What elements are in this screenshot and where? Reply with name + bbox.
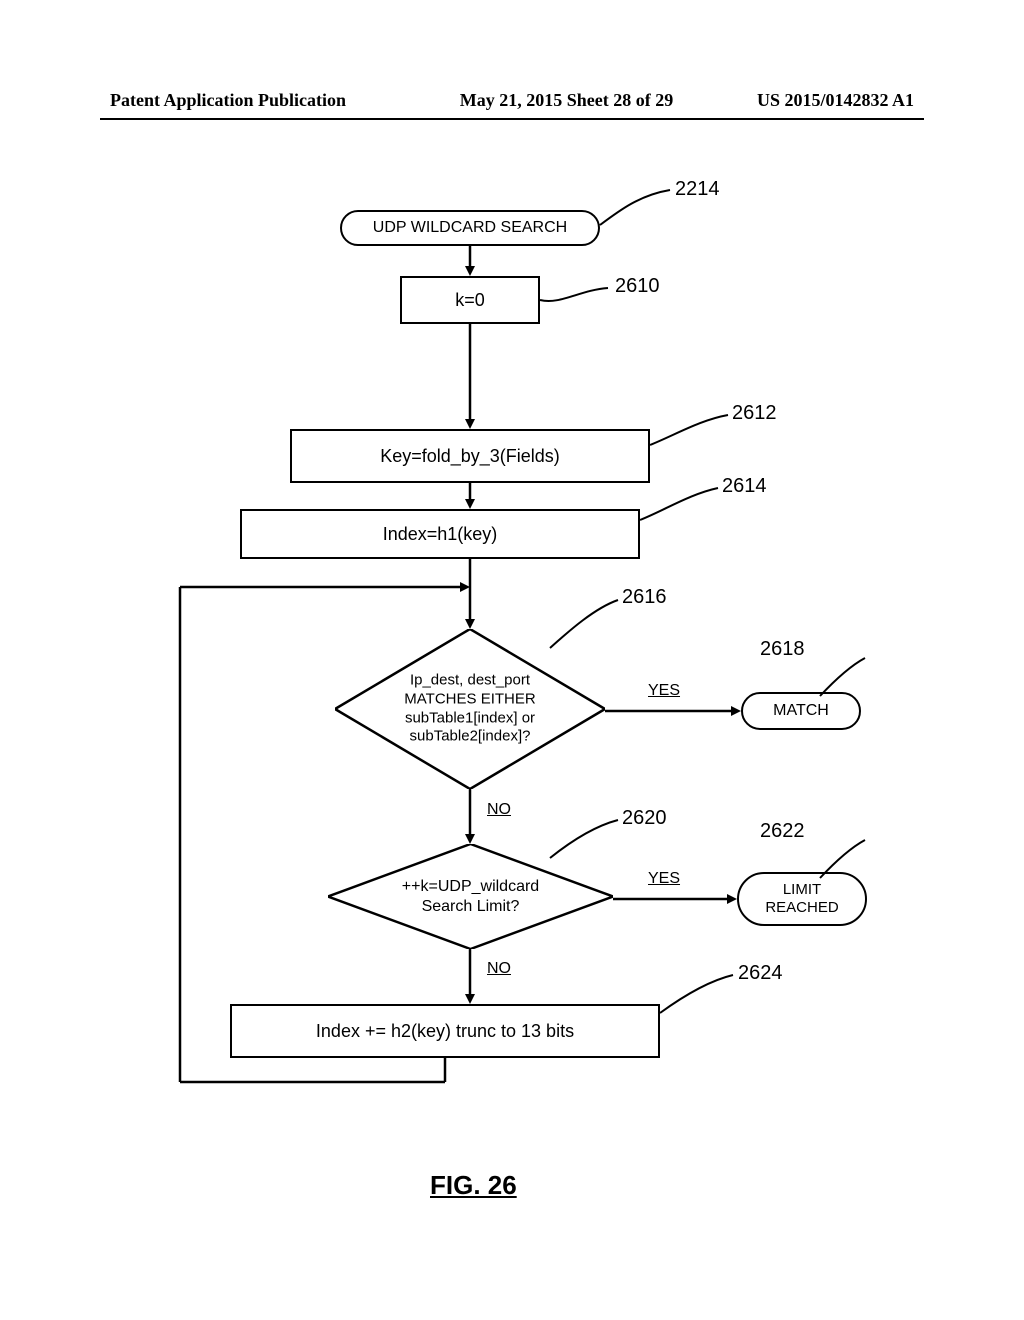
arrow-loopback-path bbox=[175, 587, 235, 1107]
header-publication: Patent Application Publication bbox=[110, 90, 346, 111]
header-rule bbox=[100, 118, 924, 120]
leader-2610 bbox=[540, 290, 610, 310]
leader-2214 bbox=[600, 190, 680, 230]
figure-title: FIG. 26 bbox=[430, 1170, 517, 1201]
arrow-start-init bbox=[465, 246, 485, 276]
ref-2620: 2620 bbox=[622, 807, 667, 830]
header-patent-number: US 2015/0142832 A1 bbox=[757, 90, 914, 111]
rehash-box: Index += h2(key) trunc to 13 bits bbox=[230, 1004, 660, 1058]
yes2-label: YES bbox=[648, 870, 680, 888]
index-box: Index=h1(key) bbox=[240, 509, 640, 559]
leader-2624 bbox=[660, 975, 735, 1015]
arrow-init-fold bbox=[465, 324, 485, 429]
fold-box: Key=fold_by_3(Fields) bbox=[290, 429, 650, 483]
start-label: UDP WILDCARD SEARCH bbox=[373, 219, 567, 237]
leader-2622 bbox=[820, 840, 870, 880]
arrow-fold-index bbox=[465, 483, 485, 509]
arrow-d1-match bbox=[605, 704, 745, 718]
leader-2616 bbox=[550, 600, 620, 650]
init-label: k=0 bbox=[455, 290, 485, 311]
no2-label: NO bbox=[487, 960, 511, 978]
ref-2614: 2614 bbox=[722, 475, 767, 498]
leader-2614 bbox=[640, 488, 720, 523]
arrow-d1-d2 bbox=[465, 789, 485, 844]
leader-2612 bbox=[650, 415, 730, 445]
arrow-rehash-exit bbox=[225, 1058, 445, 1088]
flowchart: UDP WILDCARD SEARCH 2214 k=0 2610 Key=fo… bbox=[60, 180, 960, 1230]
ref-2616: 2616 bbox=[622, 586, 667, 609]
match-label: MATCH bbox=[773, 702, 829, 720]
header-sheet: May 21, 2015 Sheet 28 of 29 bbox=[346, 90, 757, 111]
rehash-label: Index += h2(key) trunc to 13 bits bbox=[316, 1021, 574, 1042]
limit-label: LIMIT REACHED bbox=[765, 881, 838, 917]
arrow-merge-d1 bbox=[465, 587, 485, 629]
arrow-d2-rehash bbox=[465, 949, 485, 1004]
start-terminator: UDP WILDCARD SEARCH bbox=[340, 210, 600, 246]
arrow-d2-limit bbox=[613, 892, 741, 906]
decision2-label: ++k=UDP_wildcard Search Limit? bbox=[328, 877, 613, 917]
init-box: k=0 bbox=[400, 276, 540, 324]
ref-2612: 2612 bbox=[732, 402, 777, 425]
leader-2618 bbox=[820, 658, 870, 698]
fold-label: Key=fold_by_3(Fields) bbox=[380, 446, 560, 467]
ref-2624: 2624 bbox=[738, 962, 783, 985]
decision-matches: Ip_dest, dest_port MATCHES EITHER subTab… bbox=[335, 629, 605, 789]
leader-2620 bbox=[550, 820, 620, 860]
ref-2622: 2622 bbox=[760, 820, 805, 843]
limit-terminator: LIMIT REACHED bbox=[737, 872, 867, 926]
ref-2610: 2610 bbox=[615, 275, 660, 298]
yes1-label: YES bbox=[648, 682, 680, 700]
header-row: Patent Application Publication May 21, 2… bbox=[110, 90, 914, 111]
decision1-label: Ip_dest, dest_port MATCHES EITHER subTab… bbox=[335, 672, 605, 747]
ref-2214: 2214 bbox=[675, 178, 720, 201]
index-label: Index=h1(key) bbox=[383, 524, 498, 545]
no1-label: NO bbox=[487, 801, 511, 819]
ref-2618: 2618 bbox=[760, 638, 805, 661]
